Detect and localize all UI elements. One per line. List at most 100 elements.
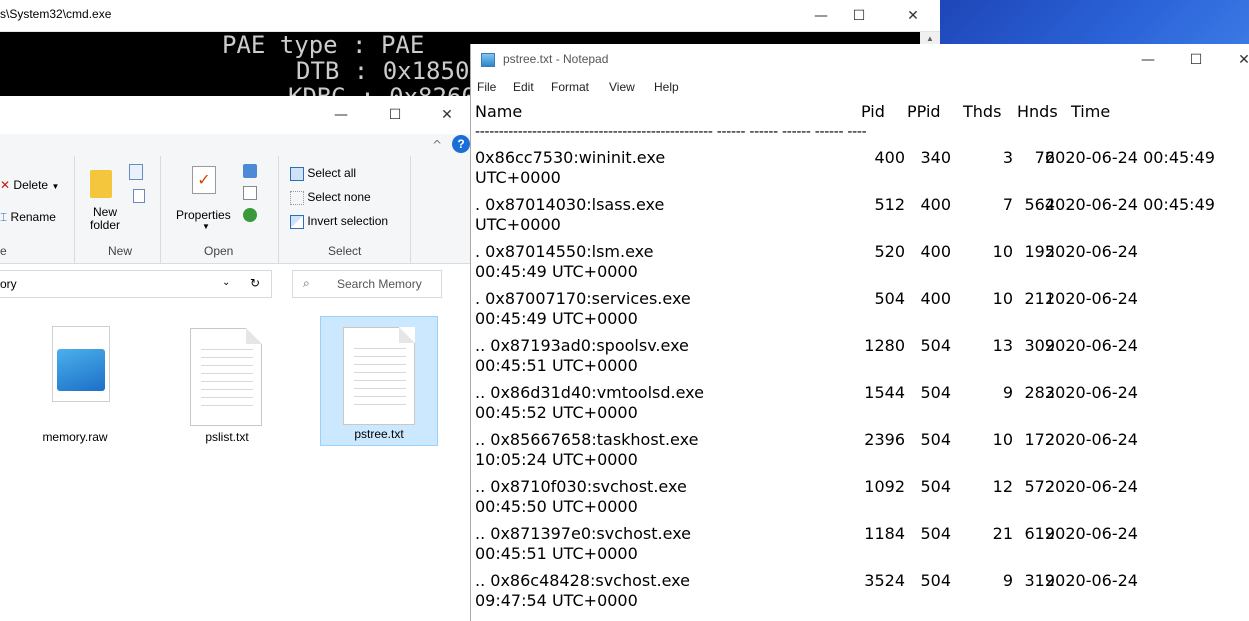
close-button[interactable]: ✕ bbox=[1221, 44, 1249, 76]
easy-access-icon[interactable] bbox=[133, 189, 145, 203]
invert-selection-button[interactable]: Invert selection bbox=[290, 214, 388, 229]
process-time: 2020-06-24 bbox=[1045, 289, 1138, 308]
ribbon-separator bbox=[410, 156, 411, 264]
explorer-titlebar[interactable]: — ☐ ✕ bbox=[0, 96, 470, 134]
menu-help[interactable]: Help bbox=[654, 80, 679, 94]
new-item-icon[interactable] bbox=[129, 164, 143, 180]
process-ppid: 504 bbox=[920, 524, 951, 543]
cmd-title: s\System32\cmd.exe bbox=[0, 7, 112, 21]
process-ppid: 504 bbox=[920, 383, 951, 402]
chevron-down-icon[interactable]: ⌄ bbox=[222, 277, 230, 288]
process-thds: 9 bbox=[1002, 383, 1013, 402]
menu-view[interactable]: View bbox=[609, 80, 635, 94]
history-icon[interactable] bbox=[243, 208, 257, 222]
file-item-selected[interactable]: pstree.txt bbox=[320, 316, 438, 446]
notepad-window[interactable]: pstree.txt - Notepad — ☐ ✕ File Edit For… bbox=[470, 44, 1249, 621]
help-icon[interactable]: ? bbox=[452, 135, 470, 153]
notepad-title: pstree.txt - Notepad bbox=[503, 52, 609, 66]
minimize-button[interactable]: — bbox=[1125, 44, 1171, 76]
process-name: . 0x87007170:services.exe bbox=[475, 289, 691, 308]
column-header-thds: Thds bbox=[963, 102, 1002, 121]
select-none-icon bbox=[290, 190, 304, 205]
rename-icon: ⌶ bbox=[0, 210, 8, 224]
process-time: 2020-06-24 00:45:49 bbox=[1045, 195, 1215, 214]
close-button[interactable]: ✕ bbox=[890, 0, 936, 32]
process-ppid: 504 bbox=[920, 571, 951, 590]
column-header-name: Name bbox=[475, 102, 523, 121]
process-thds: 3 bbox=[1002, 148, 1013, 167]
process-ppid: 400 bbox=[920, 289, 951, 308]
cmd-titlebar[interactable]: s\System32\cmd.exe — ☐ ✕ bbox=[0, 0, 940, 32]
process-thds: 10 bbox=[992, 430, 1013, 449]
cmd-output-line: DTB : 0x1850 bbox=[296, 57, 470, 85]
process-time-wrap: 00:45:49 UTC+0000 bbox=[475, 262, 638, 281]
process-ppid: 504 bbox=[920, 336, 951, 355]
properties-icon: ✓ bbox=[192, 166, 216, 194]
refresh-icon[interactable]: ↻ bbox=[250, 276, 260, 290]
open-group-label: Open bbox=[204, 244, 234, 258]
file-name: memory.raw bbox=[42, 430, 108, 444]
process-time-wrap: 00:45:51 UTC+0000 bbox=[475, 544, 638, 563]
edit-icon[interactable] bbox=[243, 186, 257, 200]
process-thds: 10 bbox=[992, 242, 1013, 261]
address-bar[interactable]: ory ⌄ ↻ bbox=[0, 270, 272, 298]
maximize-button[interactable]: ☐ bbox=[372, 99, 418, 131]
process-time: 2020-06-24 bbox=[1045, 336, 1138, 355]
search-input[interactable]: Search Memory bbox=[337, 277, 422, 291]
chevron-down-icon: ▼ bbox=[51, 182, 60, 191]
rename-button[interactable]: ⌶ Rename bbox=[0, 210, 56, 225]
notepad-titlebar[interactable]: pstree.txt - Notepad — ☐ ✕ bbox=[471, 44, 1249, 76]
process-thds: 21 bbox=[992, 524, 1013, 543]
process-pid: 504 bbox=[874, 289, 905, 308]
process-time: 2020-06-24 bbox=[1045, 430, 1138, 449]
text-file-icon bbox=[343, 327, 415, 425]
maximize-button[interactable]: ☐ bbox=[1173, 44, 1219, 76]
new-folder-button[interactable]: New folder bbox=[90, 206, 120, 232]
select-all-button[interactable]: Select all bbox=[290, 166, 356, 181]
close-button[interactable]: ✕ bbox=[424, 99, 470, 131]
search-icon: ⌕ bbox=[303, 276, 310, 290]
chevron-down-icon[interactable]: ▼ bbox=[202, 222, 210, 231]
process-time-wrap: UTC+0000 bbox=[475, 215, 561, 234]
process-name: .. 0x871397e0:svchost.exe bbox=[475, 524, 692, 543]
open-icon[interactable] bbox=[243, 164, 257, 178]
select-none-button[interactable]: Select none bbox=[290, 190, 371, 205]
address-text: ory bbox=[0, 277, 17, 291]
process-pid: 2396 bbox=[864, 430, 905, 449]
file-name: pslist.txt bbox=[205, 430, 249, 444]
file-item[interactable]: memory.raw bbox=[16, 318, 134, 448]
properties-button[interactable]: Properties bbox=[176, 208, 231, 222]
notepad-icon bbox=[481, 53, 495, 67]
process-pid: 400 bbox=[874, 148, 905, 167]
process-ppid: 504 bbox=[920, 477, 951, 496]
process-name: .. 0x86c48428:svchost.exe bbox=[475, 571, 690, 590]
process-pid: 512 bbox=[874, 195, 905, 214]
ribbon-separator bbox=[74, 156, 75, 264]
maximize-button[interactable]: ☐ bbox=[836, 0, 882, 32]
search-box[interactable]: ⌕ Search Memory bbox=[292, 270, 442, 298]
process-time: 2020-06-24 bbox=[1045, 571, 1138, 590]
menu-file[interactable]: File bbox=[477, 80, 496, 94]
text-area[interactable]: Name Pid PPid Thds Hnds Time -----------… bbox=[471, 100, 1249, 621]
process-ppid: 340 bbox=[920, 148, 951, 167]
delete-button[interactable]: ✕ Delete ▼ bbox=[0, 178, 59, 192]
file-item[interactable]: pslist.txt bbox=[168, 318, 286, 448]
process-name: .. 0x85667658:taskhost.exe bbox=[475, 430, 699, 449]
file-explorer-window[interactable]: — ☐ ✕ ^ ? ✕ Delete ▼ ⌶ Rename e New fold… bbox=[0, 96, 470, 621]
process-ppid: 400 bbox=[920, 195, 951, 214]
column-header-hnds: Hnds bbox=[1017, 102, 1058, 121]
collapse-ribbon-icon[interactable]: ^ bbox=[432, 138, 442, 152]
process-time: 2020-06-24 00:45:49 bbox=[1045, 148, 1215, 167]
column-header-ppid: PPid bbox=[907, 102, 941, 121]
menu-edit[interactable]: Edit bbox=[513, 80, 534, 94]
menu-format[interactable]: Format bbox=[551, 80, 589, 94]
ribbon-separator bbox=[278, 156, 279, 264]
minimize-button[interactable]: — bbox=[318, 99, 364, 131]
new-group-label: New bbox=[108, 244, 133, 258]
process-name: .. 0x87193ad0:spoolsv.exe bbox=[475, 336, 689, 355]
process-time-wrap: 00:45:49 UTC+0000 bbox=[475, 309, 638, 328]
cmd-output-line: PAE type : PAE bbox=[222, 31, 425, 59]
ribbon: ^ ? ✕ Delete ▼ ⌶ Rename e New folder New… bbox=[0, 134, 470, 264]
process-pid: 1280 bbox=[864, 336, 905, 355]
scroll-up-icon[interactable]: ▲ bbox=[920, 34, 940, 43]
